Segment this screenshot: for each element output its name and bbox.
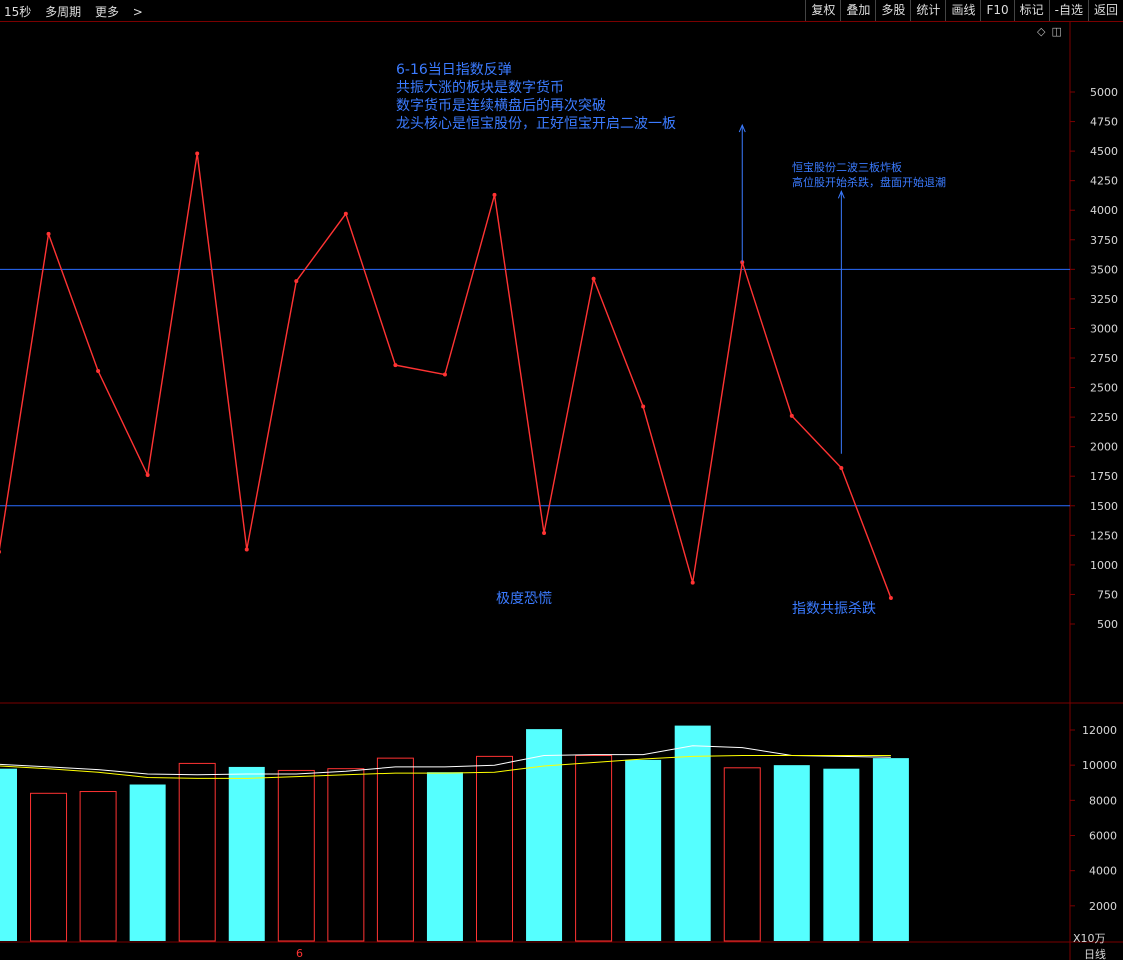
price-tick-label: 4250 <box>1090 175 1118 188</box>
volume-axis: 12000 10000 8000 6000 4000 2000 <box>1070 724 1117 913</box>
volume-bar <box>476 755 513 942</box>
volume-bar <box>79 791 117 942</box>
price-point <box>244 547 249 552</box>
volume-bar <box>872 758 909 941</box>
chevron-right-icon: > <box>132 5 143 19</box>
toolbar-left: 15秒 多周期 更多 > <box>4 3 163 20</box>
price-tick-label: 4750 <box>1090 116 1118 129</box>
price-point <box>195 151 200 156</box>
statistics-button[interactable]: 统计 <box>910 0 945 21</box>
more-menu[interactable]: 更多 > <box>95 5 153 19</box>
price-point <box>393 363 398 368</box>
overlay-button[interactable]: 叠加 <box>840 0 875 21</box>
remove-watchlist-button[interactable]: -自选 <box>1048 0 1088 21</box>
price-point <box>839 465 844 470</box>
price-point <box>145 473 150 478</box>
volume-bar <box>526 729 563 941</box>
price-tick-label: 3250 <box>1090 293 1118 306</box>
volume-tick-label: 4000 <box>1089 865 1117 878</box>
price-tick-label: 2500 <box>1090 382 1118 395</box>
price-point <box>46 231 51 236</box>
price-point <box>0 550 1 554</box>
volume-bar <box>327 768 365 942</box>
date-marker: 6 <box>296 947 303 960</box>
price-point <box>442 372 447 377</box>
volume-bar <box>426 772 463 941</box>
right-note-line-1: 恒宝股份二波三板炸板 <box>792 160 902 174</box>
right-note-line-2: 高位股开始杀跌，盘面开始退潮 <box>792 175 946 189</box>
annotation-arrows <box>738 123 845 454</box>
volume-bar <box>228 766 265 941</box>
price-tick-label: 1500 <box>1090 500 1118 513</box>
top-note-line-3: 数字货币是连续横盘后的再次突破 <box>396 97 606 114</box>
top-note-line-1: 6-16当日指数反弹 <box>396 62 512 78</box>
volume-bar <box>277 769 315 942</box>
index-drop-label: 指数共振杀跌 <box>792 601 876 617</box>
price-series <box>0 151 893 600</box>
price-point <box>294 279 299 284</box>
volume-bar <box>129 784 166 941</box>
price-tick-label: 2000 <box>1090 441 1118 454</box>
volume-tick-label: 12000 <box>1082 724 1117 737</box>
volume-tick-label: 6000 <box>1089 830 1117 843</box>
price-point <box>96 369 101 374</box>
price-point <box>690 580 695 585</box>
price-tick-label: 3000 <box>1090 322 1118 335</box>
price-point <box>492 192 497 197</box>
top-note-line-2: 共振大涨的板块是数字货币 <box>396 79 564 96</box>
volume-moving-averages <box>0 745 891 779</box>
mark-button[interactable]: 标记 <box>1013 0 1049 21</box>
more-label: 更多 <box>94 5 119 19</box>
volume-bar <box>625 759 662 941</box>
price-tick-label: 3750 <box>1090 234 1118 247</box>
period-label[interactable]: 日线 <box>1084 947 1106 960</box>
volume-bars <box>0 725 909 942</box>
price-tick-label: 750 <box>1097 588 1118 601</box>
price-tick-label: 1250 <box>1090 529 1118 542</box>
price-axis: 5000 4750 4500 4250 4000 3750 3500 3250 3000 2750… <box>1070 86 1118 631</box>
price-tick-label: 5000 <box>1090 86 1118 99</box>
interval-selector[interactable]: 15秒 <box>4 5 31 19</box>
volume-unit-label: X10万 <box>1073 932 1106 945</box>
price-tick-label: 4000 <box>1090 204 1118 217</box>
price-point <box>542 530 547 535</box>
volume-bar <box>674 725 711 941</box>
volume-bar <box>178 762 216 942</box>
volume-bar <box>30 792 68 942</box>
price-point <box>888 595 893 600</box>
price-tick-label: 2250 <box>1090 411 1118 424</box>
adjust-button[interactable]: 复权 <box>805 0 840 21</box>
price-tick-label: 2750 <box>1090 352 1118 365</box>
price-point <box>591 276 596 281</box>
multi-period-button[interactable]: 多周期 <box>45 5 81 19</box>
panic-label: 极度恐慌 <box>496 591 552 607</box>
toolbar-buttons: 复权 叠加 多股 统计 画线 F10 标记 -自选 返回 <box>805 0 1123 22</box>
price-tick-label: 1000 <box>1090 559 1118 572</box>
volume-bar <box>575 754 613 942</box>
volume-bar <box>0 768 17 941</box>
multi-stock-button[interactable]: 多股 <box>875 0 910 21</box>
price-tick-label: 3500 <box>1090 263 1118 276</box>
price-point <box>641 404 646 409</box>
chart-area: 5000 4750 4500 4250 4000 3750 3500 3250 3000 2750… <box>0 22 1123 960</box>
top-note-line-4: 龙头核心是恒宝股份，正好恒宝开启二波一板 <box>396 116 676 132</box>
volume-bar <box>376 757 414 942</box>
price-point <box>789 413 794 418</box>
volume-bar <box>773 765 810 941</box>
price-tick-label: 1750 <box>1090 470 1118 483</box>
price-point <box>343 211 348 216</box>
volume-bar <box>723 767 761 942</box>
volume-tick-label: 10000 <box>1082 759 1117 772</box>
toolbar: 15秒 多周期 更多 > 复权 叠加 多股 统计 画线 F10 标记 -自选 返… <box>0 0 1123 22</box>
volume-bar <box>823 768 860 941</box>
price-tick-label: 4500 <box>1090 145 1118 158</box>
f10-button[interactable]: F10 <box>980 0 1013 21</box>
draw-line-button[interactable]: 画线 <box>945 0 980 21</box>
volume-tick-label: 8000 <box>1089 794 1117 807</box>
volume-ma-white <box>0 745 891 776</box>
back-button[interactable]: 返回 <box>1087 0 1123 21</box>
volume-tick-label: 2000 <box>1089 900 1117 913</box>
price-tick-label: 500 <box>1097 618 1118 631</box>
